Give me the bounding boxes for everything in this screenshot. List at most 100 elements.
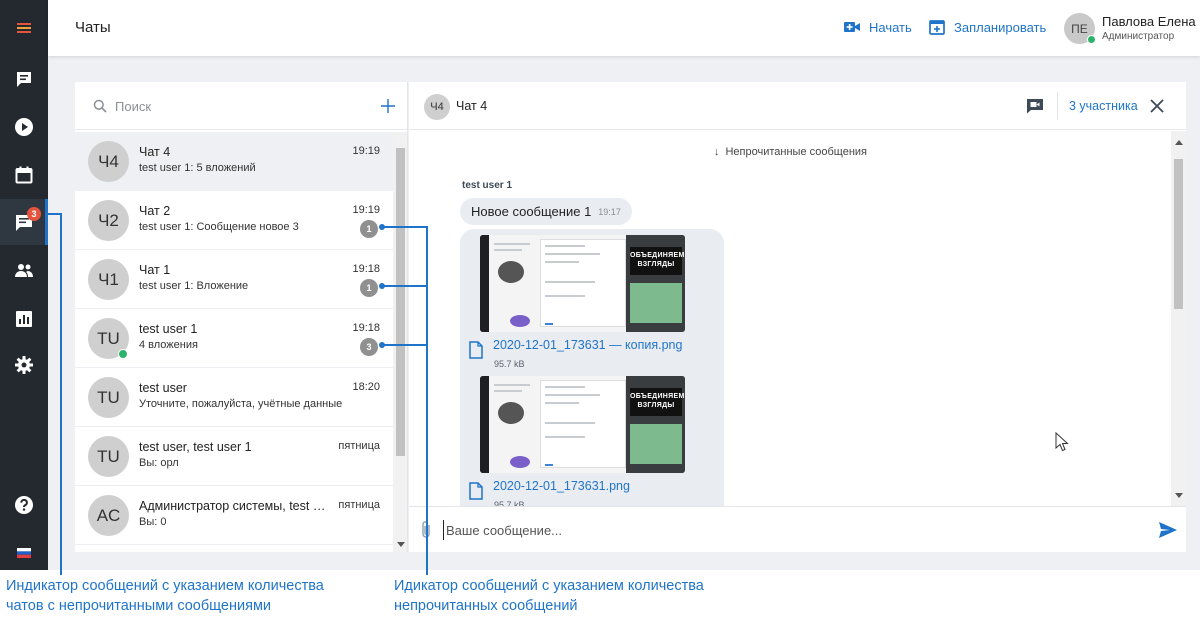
unread-count-badge: 3 (360, 338, 378, 356)
conversation-header: Ч4 Чат 4 3 участника (409, 82, 1186, 130)
chat-item-test-user[interactable]: TU test user Уточните, пожалуйста, учётн… (75, 368, 393, 427)
user-name: Павлова Елена (1102, 14, 1196, 29)
chat-time: 19:18 (352, 322, 380, 334)
chat-name: test user 1 (139, 322, 198, 336)
schedule-button[interactable]: Запланировать (928, 18, 1046, 36)
start-call-label: Начать (869, 19, 912, 35)
annotation-line: Идикатор сообщений с указанием количеств… (394, 578, 704, 594)
unread-count-badge: 1 (360, 279, 378, 297)
avatar: Ч4 (88, 141, 129, 182)
app: 3 Чаты Начать Запланировать ПЕ Павлова Е… (0, 0, 1200, 570)
attachment-file-name: 2020-12-01_173631.png (493, 479, 630, 493)
scroll-up-arrow-icon[interactable] (1175, 140, 1183, 145)
annotation-line: Индикатор сообщений с указанием количест… (6, 578, 324, 594)
start-call-button[interactable]: Начать (843, 18, 912, 36)
chat-list-scrollbar[interactable] (393, 132, 407, 552)
chat-item-test-user-1[interactable]: TU test user 1 4 вложения 19:18 3 (75, 309, 393, 368)
users-icon[interactable] (0, 247, 48, 293)
chat-item-chat-2[interactable]: Ч2 Чат 2 test user 1: Сообщение новое 3 … (75, 191, 393, 250)
online-status-indicator (1087, 35, 1096, 44)
annotation-text: Индикатор сообщений с указанием количест… (6, 576, 324, 616)
message-input[interactable] (443, 520, 1133, 540)
chat-name: Чат 1 (139, 263, 171, 277)
file-icon (469, 482, 483, 500)
divider (1057, 92, 1058, 120)
attachment-thumbnail[interactable]: ОБЪЕДИНЯЕМ ВЗГЛЯДЫ (480, 376, 685, 473)
attachment-banner-text: ОБЪЕДИНЯЕМ ВЗГЛЯДЫ (630, 247, 684, 275)
avatar: Ч1 (88, 259, 129, 300)
messages-icon[interactable] (0, 56, 48, 102)
message-bubble: Новое сообщение 1 19:17 (460, 198, 632, 225)
annotation-line: непрочитанных сообщений (394, 598, 578, 614)
chat-item-chat-1[interactable]: Ч1 Чат 1 test user 1: Вложение 19:18 1 (75, 250, 393, 309)
add-chat-icon[interactable] (380, 98, 396, 114)
chats-unread-badge: 3 (27, 207, 41, 221)
annotation-connector (382, 226, 428, 228)
chat-time: 19:18 (352, 263, 380, 275)
conversation-scrollbar[interactable] (1171, 131, 1186, 506)
chat-item-group-test-users[interactable]: TU test user, test user 1 Вы: орл пятниц… (75, 427, 393, 486)
chat-name: test user, test user 1 (139, 440, 252, 454)
video-chat-icon[interactable] (1026, 98, 1044, 114)
calendar-add-icon (929, 20, 945, 35)
attachment-file-link[interactable]: 2020-12-01_173631 — копия.png 95.7 kB (469, 338, 683, 369)
attachment-file-link[interactable]: 2020-12-01_173631.png 95.7 kB (469, 479, 630, 509)
stats-icon[interactable] (0, 296, 48, 342)
close-icon[interactable] (1149, 98, 1165, 114)
scrollbar-thumb[interactable] (396, 148, 405, 456)
page-title: Чаты (75, 19, 111, 36)
unread-separator: ↓ Непрочитанные сообщения (409, 146, 1172, 158)
search-icon (93, 99, 107, 113)
topbar: Чаты Начать Запланировать ПЕ Павлова Еле… (48, 0, 1200, 56)
mouse-cursor-icon (1055, 432, 1069, 452)
search-input[interactable] (115, 97, 355, 115)
annotation-connector (60, 213, 62, 575)
annotation-connector (426, 226, 428, 575)
chat-time: пятница (338, 440, 380, 452)
schedule-label: Запланировать (954, 19, 1047, 35)
attachment-banner-text: ОБЪЕДИНЯЕМ ВЗГЛЯДЫ (630, 388, 684, 416)
avatar: AC (88, 495, 129, 536)
help-icon[interactable] (0, 482, 48, 528)
annotation-line: чатов с непрочитанными сообщениями (6, 598, 272, 614)
scrollbar-thumb[interactable] (1174, 159, 1183, 309)
language-flag-icon[interactable] (0, 530, 48, 576)
chat-item-chat-4[interactable]: Ч4 Чат 4 test user 1: 5 вложений 19:19 (75, 132, 393, 191)
chat-last-message: Вы: орл (139, 457, 179, 469)
avatar: TU (88, 377, 129, 418)
chat-item-admin-group[interactable]: AC Администратор системы, test user Вы: … (75, 486, 393, 545)
attachment-file-size: 95.7 kB (494, 359, 525, 369)
user-role: Администратор (1102, 31, 1175, 42)
chat-name: Администратор системы, test user (139, 499, 329, 513)
chat-name: Чат 2 (139, 204, 171, 218)
chats-icon[interactable]: 3 (0, 199, 48, 245)
unread-separator-label: Непрочитанные сообщения (725, 146, 868, 158)
chat-time: 19:19 (352, 145, 380, 157)
arrow-down-icon: ↓ (713, 146, 720, 158)
chat-time: пятница (338, 499, 380, 511)
sidebar: 3 (0, 0, 48, 570)
scroll-down-arrow-icon[interactable] (1175, 493, 1183, 498)
send-icon[interactable] (1158, 521, 1178, 539)
menu-icon[interactable] (0, 5, 48, 51)
avatar: Ч2 (88, 200, 129, 241)
chat-name: test user (139, 381, 187, 395)
play-icon[interactable] (0, 104, 48, 150)
calendar-icon[interactable] (0, 152, 48, 198)
chat-last-message: Уточните, пожалуйста, учётные данные (139, 398, 343, 410)
message-time: 19:17 (598, 206, 621, 217)
chat-last-message: test user 1: Сообщение новое 3 (139, 221, 299, 233)
chat-last-message: test user 1: Вложение (139, 280, 249, 292)
chat-list: Ч4 Чат 4 test user 1: 5 вложений 19:19 Ч… (75, 132, 393, 552)
file-icon (469, 341, 483, 359)
settings-icon[interactable] (0, 342, 48, 388)
message-text: Новое сообщение 1 (471, 204, 592, 219)
chat-last-message: 4 вложения (139, 339, 198, 351)
participants-link[interactable]: 3 участника (1069, 99, 1138, 113)
attachment-file-name: 2020-12-01_173631 — копия.png (493, 338, 683, 352)
scroll-down-arrow-icon[interactable] (397, 542, 405, 547)
attachment-thumbnail[interactable]: ОБЪЕДИНЯЕМ ВЗГЛЯДЫ (480, 235, 685, 332)
search-row (75, 82, 407, 130)
chat-last-message: test user 1: 5 вложений (139, 162, 256, 174)
message-author: test user 1 (462, 180, 513, 191)
